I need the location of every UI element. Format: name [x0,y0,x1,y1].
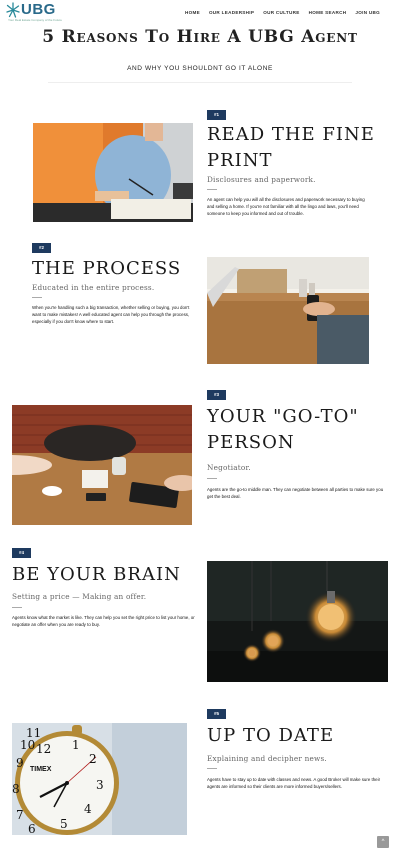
photo-hanging-light-bulbs [207,561,388,682]
clock-numeral-5: 5 [60,817,68,831]
clock-numeral-12: 12 [36,742,51,756]
reason-subtitle-5: Explaining and decipher news. [207,754,327,763]
clock-numeral-8: 8 [12,782,20,796]
starburst-logo-icon [6,2,20,18]
reason-body-2: When you're handling such a big transact… [32,305,190,325]
reason-badge-1: #1 [207,110,226,120]
nav-join-ubg[interactable]: Join UBG [355,10,380,15]
photo-man-signing-paperwork [33,123,193,222]
reason-subtitle-4: Setting a price — Making an offer. [12,592,147,601]
clock-numeral-9: 9 [16,756,24,770]
ubg-logo[interactable]: UBG Your Real Estate Company of the Futu… [6,1,68,24]
reason-subtitle-1: Disclosures and paperwork. [207,175,316,184]
nav-our-culture[interactable]: Our Culture [263,10,299,15]
logo-tagline: Your Real Estate Company of the Future [8,18,62,22]
reason-title-2: The Process [32,258,182,279]
reason-badge-2: #2 [32,243,51,253]
site-header: UBG Your Real Estate Company of the Futu… [0,0,400,26]
nav-home-search[interactable]: Home Search [309,10,347,15]
clock-numeral-2: 2 [89,752,97,766]
clock-numeral-11: 11 [26,726,41,740]
clock-numeral-1: 1 [72,738,80,752]
page-title: 5 Reasons To Hire A UBG Agent [42,27,358,47]
clock-numeral-6: 6 [28,822,36,835]
reason-divider-3 [207,478,217,479]
reason-body-3: Agents are the go-to middle man. They ca… [207,487,384,500]
photo-wooden-table-laptop [207,257,369,364]
reason-body-1: An agent can help you will all the discl… [207,197,365,217]
nav-home[interactable]: Home [185,10,200,15]
clock-numeral-7: 7 [16,808,24,822]
reason-divider-2 [32,297,42,298]
reason-badge-5: #5 [207,709,226,719]
back-to-top-button[interactable]: ^ [377,836,389,848]
reason-divider-5 [207,768,217,769]
reason-title-4: Be your brain [12,564,181,585]
main-nav: Home Our Leadership Our Culture Home Sea… [185,10,380,15]
reason-badge-3: #3 [207,390,226,400]
reason-subtitle-3: Negotiator. [207,463,251,472]
clock-brand-label: TIMEX [30,766,52,773]
page-subtitle: And why you shouldnt go it alone [127,65,273,72]
reason-divider-4 [12,607,22,608]
photo-meeting-table-tablet [12,405,192,525]
reason-badge-4: #4 [12,548,31,558]
logo-text: UBG [21,1,56,18]
reason-body-4: Agents know what the market is like. The… [12,615,195,628]
reason-title-1: Read the fine print [207,124,375,171]
reason-body-5: Agents have to stay up to date with clas… [207,777,381,790]
reason-title-5: Up to date [207,725,335,746]
photo-pocket-watch-clock: 12 1 2 3 4 5 6 7 8 9 10 11 TIMEX [12,723,187,835]
reason-subtitle-2: Educated in the entire process. [32,283,155,292]
title-divider [48,82,352,83]
clock-numeral-4: 4 [84,802,92,816]
reason-divider-1 [207,189,217,190]
clock-numeral-3: 3 [96,778,104,792]
clock-numeral-10: 10 [20,738,35,752]
reason-title-3: Your "Go-To" Person [207,406,359,453]
nav-our-leadership[interactable]: Our Leadership [209,10,254,15]
